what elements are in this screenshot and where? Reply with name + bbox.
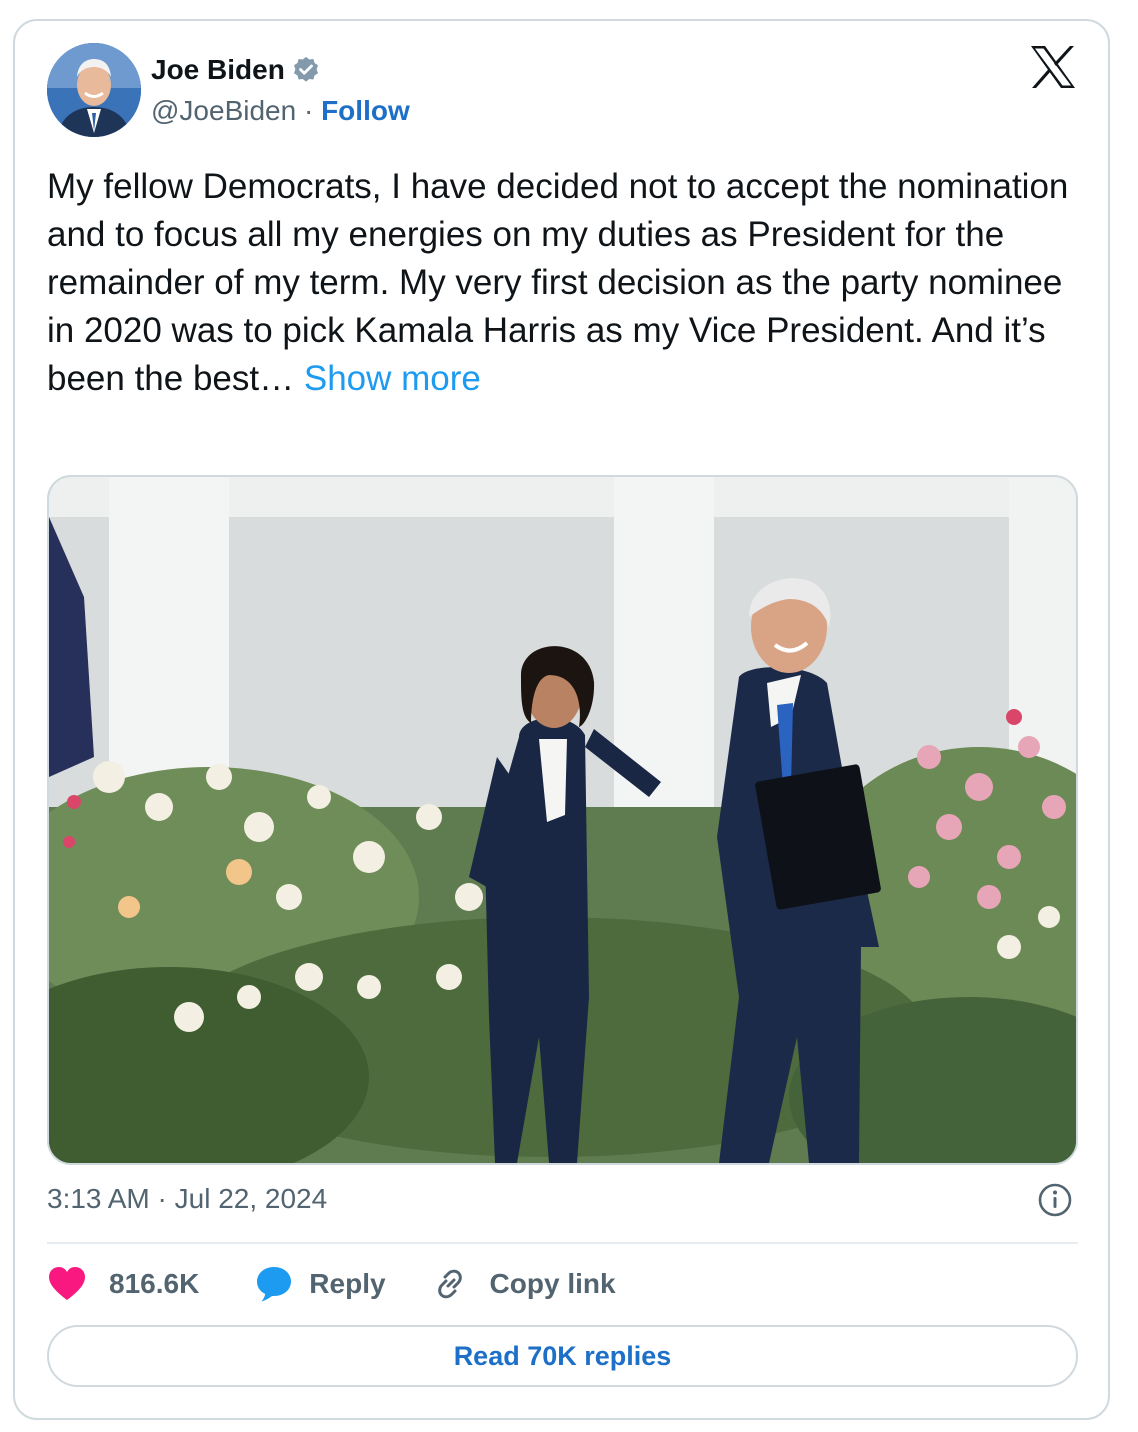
speech-bubble-icon — [255, 1265, 293, 1303]
reply-label: Reply — [309, 1268, 386, 1299]
copy-link-button[interactable]: Copy link — [432, 1266, 616, 1302]
like-count: 816.6K — [109, 1268, 200, 1299]
tweet-time: 3:13 AM — [47, 1183, 150, 1214]
tweet-text: My fellow Democrats, I have decided not … — [47, 163, 1077, 403]
copy-link-label: Copy link — [489, 1268, 616, 1299]
meta-separator: · — [149, 1183, 175, 1214]
read-replies-button[interactable]: Read 70K replies — [47, 1325, 1078, 1387]
like-button[interactable]: 816.6K — [47, 1266, 199, 1302]
follow-button[interactable]: Follow — [321, 95, 410, 126]
tweet-timestamp[interactable]: 3:13 AM · Jul 22, 2024 — [47, 1183, 327, 1215]
photo-illustration — [49, 477, 1076, 1163]
reply-button[interactable]: Reply — [255, 1265, 386, 1303]
heart-icon — [47, 1266, 87, 1302]
info-icon[interactable] — [1037, 1182, 1073, 1218]
tweet-date: Jul 22, 2024 — [174, 1183, 328, 1214]
divider — [47, 1242, 1078, 1244]
action-bar: 816.6K Reply Copy link — [47, 1262, 616, 1306]
author-name[interactable]: Joe Biden — [151, 54, 285, 86]
avatar-image — [47, 43, 141, 137]
avatar[interactable] — [47, 43, 141, 137]
link-icon — [432, 1266, 468, 1302]
author-handle-row: @JoeBiden · Follow — [151, 95, 410, 127]
verified-badge-icon — [291, 55, 321, 85]
author-handle[interactable]: @JoeBiden — [151, 95, 296, 126]
tweet-body: My fellow Democrats, I have decided not … — [47, 167, 1069, 398]
show-more-link[interactable]: Show more — [304, 359, 481, 398]
handle-separator: · — [296, 95, 322, 126]
author-name-row: Joe Biden — [151, 52, 321, 88]
tweet-photo[interactable] — [47, 475, 1078, 1165]
x-logo-icon[interactable] — [1028, 44, 1078, 90]
